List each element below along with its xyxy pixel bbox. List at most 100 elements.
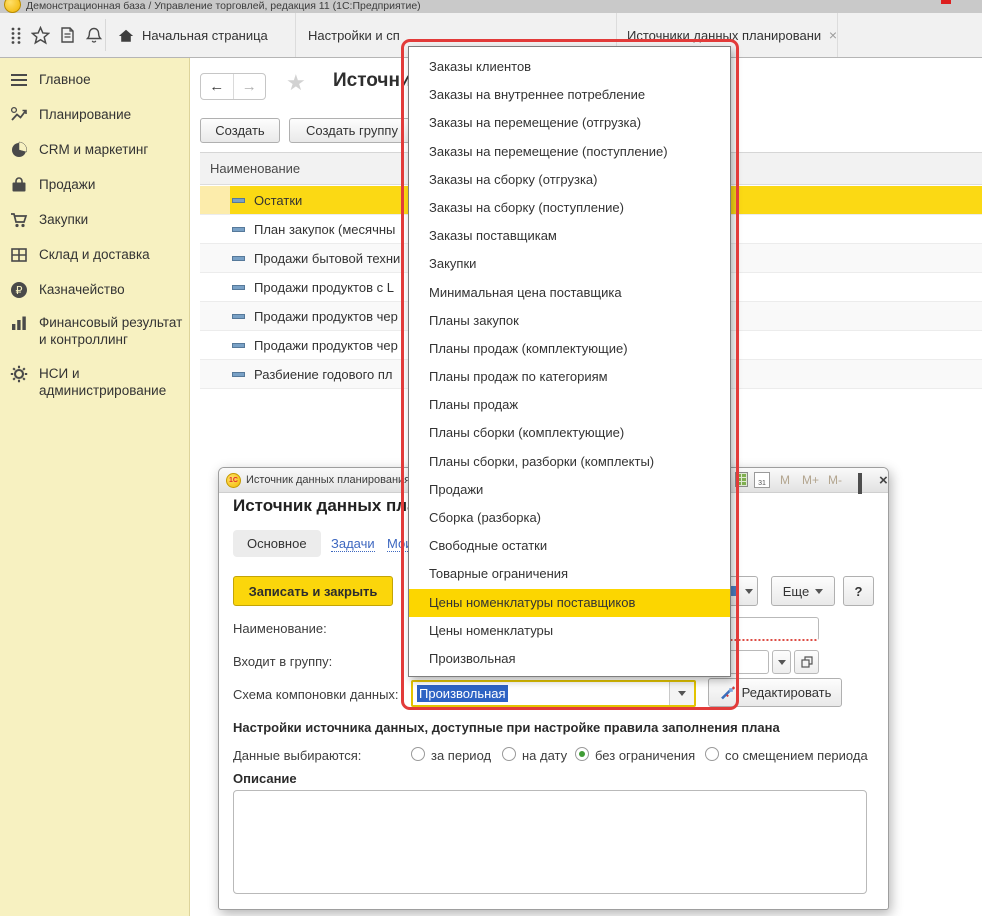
schema-dropdown-button[interactable] (669, 682, 694, 705)
sidebar-item-sales[interactable]: Продажи (0, 175, 190, 195)
dropdown-item-highlighted[interactable]: Цены номенклатуры поставщиков (409, 589, 730, 617)
element-dash-icon (232, 285, 245, 290)
more-button[interactable]: Еще (771, 576, 835, 606)
element-dash-icon (232, 343, 245, 348)
dropdown-item[interactable]: Планы сборки, разборки (комплекты) (409, 448, 730, 476)
create-button[interactable]: Создать (200, 118, 280, 143)
sidebar-item-label: Закупки (39, 210, 187, 228)
radio-za-period[interactable] (411, 747, 425, 761)
favorites-star-icon[interactable] (30, 22, 50, 48)
favorite-star-icon[interactable]: ★ (286, 70, 306, 96)
grid-icon (9, 245, 29, 265)
dropdown-item[interactable]: Планы продаж (комплектующие) (409, 335, 730, 363)
calendar-icon[interactable]: 31 (754, 472, 770, 488)
schema-label: Схема компоновки данных: (233, 687, 399, 702)
sidebar-item-label: НСИ и администрирование (39, 364, 187, 399)
dropdown-item[interactable]: Произвольная (409, 645, 730, 673)
dropdown-item[interactable]: Продажи (409, 476, 730, 504)
sidebar-item-crm[interactable]: CRM и маркетинг (0, 140, 190, 160)
memory-mplus-button[interactable]: M+ (802, 473, 819, 487)
sidebar-item-label: Главное (39, 70, 187, 88)
radio-za-period-label[interactable]: за период (431, 748, 491, 763)
dropdown-item[interactable]: Закупки (409, 250, 730, 278)
dropdown-item[interactable]: Заказы клиентов (409, 53, 730, 81)
dropdown-item[interactable]: Сборка (разборка) (409, 504, 730, 532)
sidebar-item-admin[interactable]: НСИ и администрирование (0, 364, 190, 399)
radio-bez-ogranicheniya[interactable] (575, 747, 589, 761)
group-dropdown-button[interactable] (772, 650, 791, 674)
memory-m-button[interactable]: M (780, 473, 790, 487)
bag-icon (9, 175, 29, 195)
group-open-button[interactable] (794, 650, 819, 674)
save-and-close-button[interactable]: Записать и закрыть (233, 576, 393, 606)
description-textarea[interactable] (233, 790, 867, 894)
help-button[interactable]: ? (843, 576, 874, 606)
row-indent (200, 360, 230, 388)
dropdown-item[interactable]: Заказы на перемещение (отгрузка) (409, 109, 730, 137)
tab-settings-label: Настройки и сп (308, 28, 400, 43)
description-label: Описание (233, 771, 297, 786)
element-dash-icon (232, 314, 245, 319)
pie-chart-icon (9, 140, 29, 160)
dropdown-item[interactable]: Товарные ограничения (409, 560, 730, 588)
row-indent (200, 244, 230, 272)
dropdown-item[interactable]: Минимальная цена поставщика (409, 279, 730, 307)
dropdown-item[interactable]: Заказы поставщикам (409, 222, 730, 250)
schema-value: Произвольная (413, 682, 669, 705)
sidebar-item-finance[interactable]: Финансовый результат и контроллинг (0, 313, 190, 348)
service-menu-icon[interactable] (6, 22, 26, 48)
dropdown-item[interactable]: Цены номенклатуры (409, 617, 730, 645)
sidebar-item-purchases[interactable]: Закупки (0, 210, 190, 230)
sidebar: Главное Планирование CRM и маркетинг (0, 58, 190, 916)
memory-mminus-button[interactable]: M- (828, 473, 842, 487)
back-arrow-button[interactable]: ← (201, 74, 234, 99)
dropdown-item[interactable]: Планы закупок (409, 307, 730, 335)
radio-na-datu[interactable] (502, 747, 516, 761)
schema-combo[interactable]: Произвольная (411, 680, 696, 707)
planning-chart-icon (9, 105, 29, 125)
dialog-close-icon[interactable]: × (879, 473, 888, 488)
app-window: Демонстрационная база / Управление торго… (0, 0, 982, 916)
cart-icon (9, 210, 29, 230)
dialog-tab-main[interactable]: Основное (233, 530, 321, 557)
notifications-bell-icon[interactable] (84, 22, 104, 48)
dropdown-item[interactable]: Планы продаж (409, 391, 730, 419)
create-group-button[interactable]: Создать группу (289, 118, 415, 143)
dialog-tab-tasks[interactable]: Задачи (331, 536, 375, 552)
dropdown-item[interactable]: Заказы на внутреннее потребление (409, 81, 730, 109)
sidebar-item-label: Казначейство (39, 280, 187, 298)
bar-chart-icon (9, 313, 29, 333)
element-dash-icon (232, 227, 245, 232)
dropdown-item[interactable]: Заказы на сборку (отгрузка) (409, 166, 730, 194)
dropdown-item[interactable]: Планы продаж по категориям (409, 363, 730, 391)
sidebar-item-label: Финансовый результат и контроллинг (39, 313, 187, 348)
chevron-down-icon (815, 589, 823, 594)
sidebar-item-label: Планирование (39, 105, 187, 123)
radio-na-datu-label[interactable]: на дату (522, 748, 567, 763)
forward-arrow-button[interactable]: → (234, 74, 266, 99)
row-indent (200, 273, 230, 301)
gear-icon (9, 364, 29, 384)
radio-so-smeshcheniem-label[interactable]: со смещением периода (725, 748, 868, 763)
dropdown-item[interactable]: Заказы на перемещение (поступление) (409, 138, 730, 166)
sidebar-item-planning[interactable]: Планирование (0, 105, 190, 125)
dropdown-item[interactable]: Свободные остатки (409, 532, 730, 560)
maximize-icon[interactable] (858, 475, 862, 493)
window-close-icon[interactable] (941, 0, 951, 4)
dropdown-item[interactable]: Заказы на сборку (поступление) (409, 194, 730, 222)
radio-bez-ogranicheniya-label[interactable]: без ограничения (595, 748, 695, 763)
sidebar-item-warehouse[interactable]: Склад и доставка (0, 245, 190, 265)
edit-schema-button[interactable]: Редактировать (708, 678, 842, 707)
sidebar-item-main[interactable]: Главное (0, 70, 190, 90)
dropdown-item[interactable]: Планы сборки (комплектующие) (409, 419, 730, 447)
window-titlebar: Демонстрационная база / Управление торго… (0, 0, 982, 13)
calculator-icon[interactable] (735, 472, 748, 487)
tab-close-icon[interactable]: × (829, 27, 837, 43)
history-icon[interactable] (56, 22, 76, 48)
magic-wand-icon (719, 685, 736, 701)
menu-lines-icon (9, 70, 29, 90)
group-label: Входит в группу: (233, 654, 332, 669)
tab-home[interactable]: Начальная страница (106, 13, 296, 57)
sidebar-item-treasury[interactable]: ₽ Казначейство (0, 280, 190, 300)
radio-so-smeshcheniem[interactable] (705, 747, 719, 761)
